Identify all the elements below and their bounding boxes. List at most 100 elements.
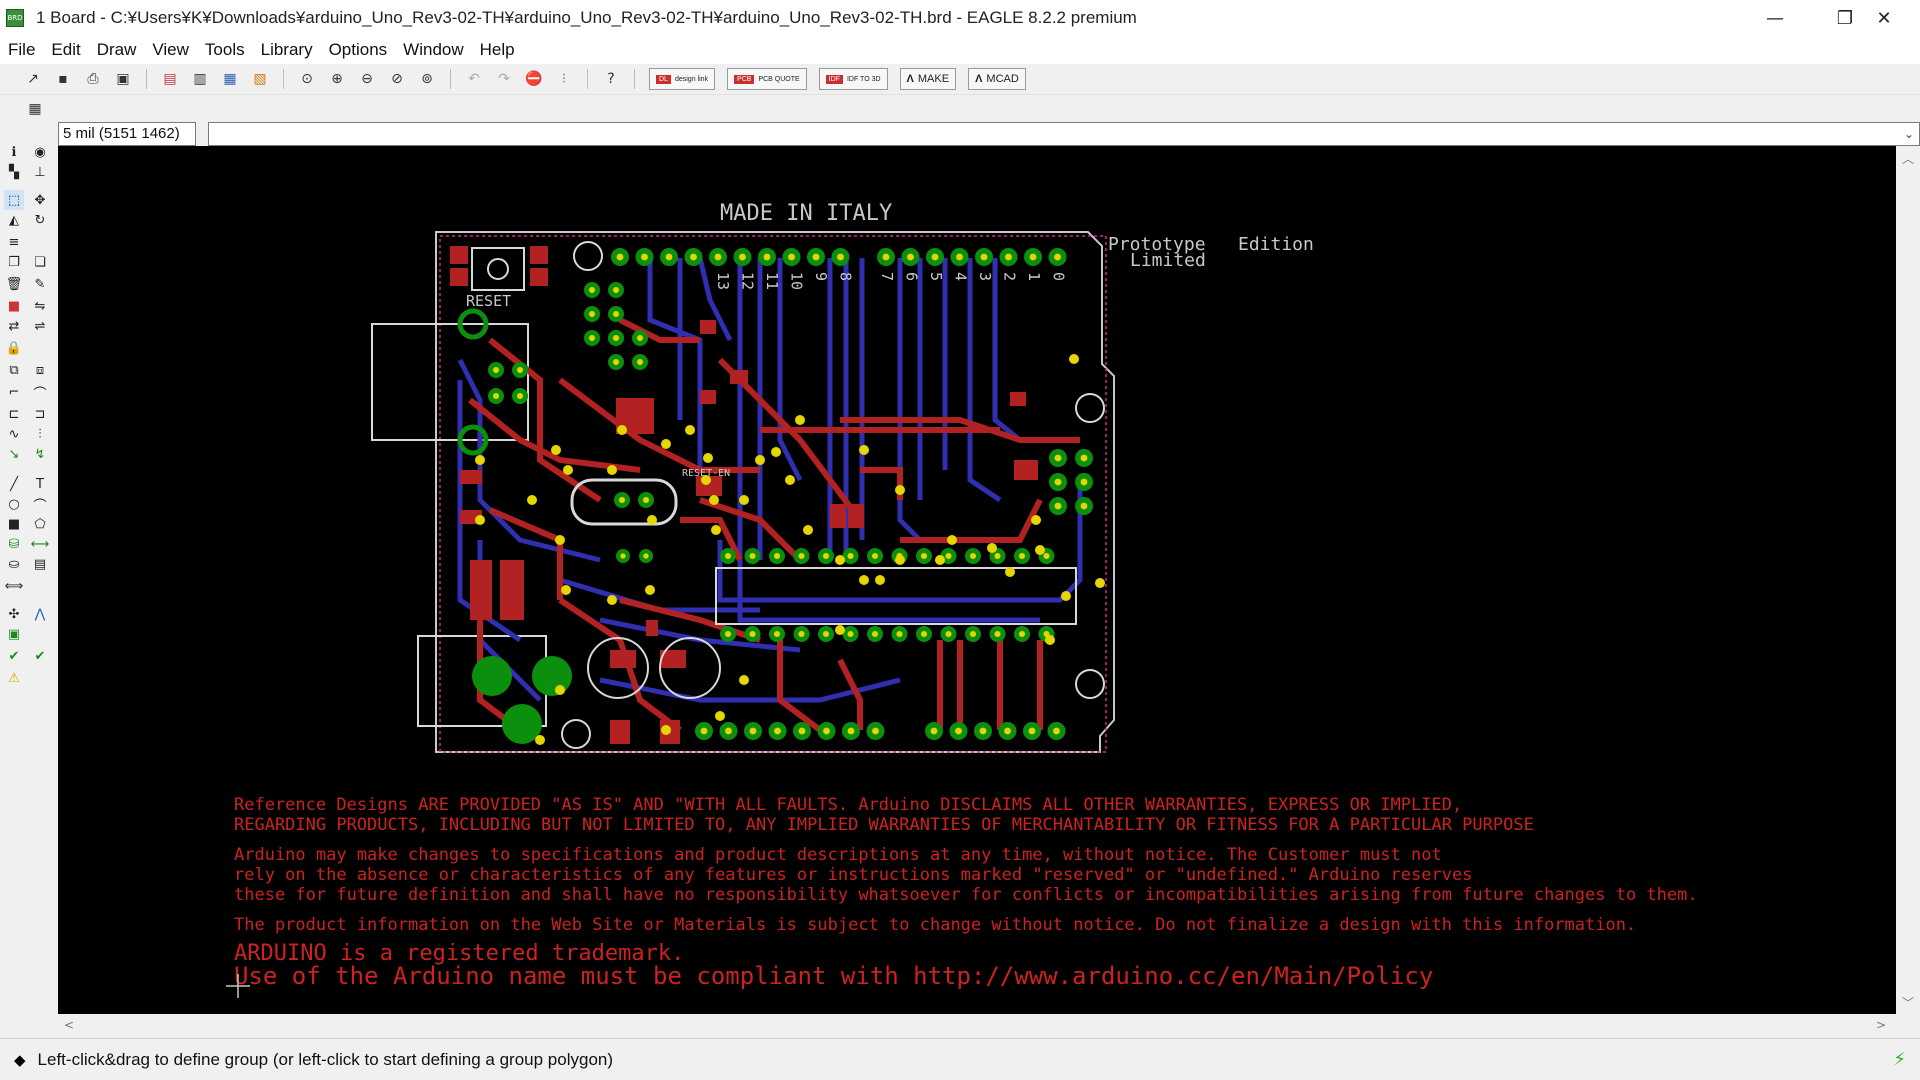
move-icon[interactable]: ✥ [30, 190, 50, 210]
rect-icon[interactable]: ■ [4, 514, 24, 534]
meander-icon[interactable]: ∿ [4, 424, 24, 444]
ratsnest-icon[interactable]: ✣ [4, 604, 24, 624]
text-icon[interactable]: T [30, 474, 50, 494]
copy-icon[interactable]: ❐ [4, 252, 24, 272]
command-input[interactable] [208, 122, 1920, 146]
open-icon[interactable]: ↗ [24, 70, 42, 88]
scroll-left-icon[interactable]: < [64, 1018, 74, 1032]
board-canvas[interactable]: MADE IN ITALY Prototype Limited Edition … [58, 146, 1896, 1014]
ripup-icon[interactable]: ⊐ [30, 404, 50, 424]
ulp-icon[interactable]: ▧ [251, 70, 269, 88]
save-icon[interactable]: ▪ [54, 70, 72, 88]
undo-icon[interactable]: ↶ [465, 70, 483, 88]
via [875, 575, 885, 585]
menu-edit[interactable]: Edit [43, 40, 88, 60]
rotate-icon[interactable]: ↻ [30, 210, 50, 230]
miter-icon[interactable]: ⌒ [30, 382, 50, 402]
layers-icon[interactable]: ▥ [191, 70, 209, 88]
show-icon[interactable]: ◉ [30, 142, 50, 162]
zoom-in-icon[interactable]: ⊕ [328, 70, 346, 88]
pcb-quote-button[interactable]: PCB PCB QUOTE [727, 68, 807, 90]
pad-drill [749, 630, 756, 638]
lock-icon[interactable]: ⇌ [30, 316, 50, 336]
vertical-scrollbar[interactable]: ︿ ﹀ [1896, 146, 1920, 1014]
script-icon[interactable]: ▦ [221, 70, 239, 88]
go-icon[interactable]: ⁝ [555, 70, 573, 88]
zoom-fit-icon[interactable]: ⊙ [298, 70, 316, 88]
via [835, 555, 845, 565]
pad-drill [920, 552, 928, 560]
add-icon[interactable]: ■ [4, 296, 24, 316]
auto-icon[interactable]: ⋀ [30, 604, 50, 624]
scroll-down-icon[interactable]: ﹀ [1902, 994, 1914, 1011]
via-icon[interactable]: ⛁ [4, 534, 24, 554]
stop-icon[interactable]: ⛔ [525, 70, 543, 88]
info-icon[interactable]: ℹ [4, 142, 24, 162]
idf-button[interactable]: IDF IDF TO 3D [818, 68, 888, 90]
smash-icon[interactable]: ⧉ [4, 360, 24, 380]
horizontal-scrollbar[interactable]: < > [58, 1014, 1920, 1038]
dimension-icon[interactable]: ⟺ [4, 576, 24, 596]
mcad-button[interactable]: Λ MCAD [968, 68, 1026, 90]
grid-icon[interactable]: ▦ [26, 100, 44, 118]
menu-draw[interactable]: Draw [89, 40, 145, 60]
mirror-icon[interactable]: ◭ [4, 210, 24, 230]
autoroute-icon[interactable]: ↯ [30, 444, 50, 464]
scroll-right-icon[interactable]: > [1876, 1018, 1886, 1032]
replace-icon[interactable]: ⇋ [30, 296, 50, 316]
pad-drill [643, 553, 649, 559]
attribute-icon[interactable]: ▤ [30, 554, 50, 574]
redo-icon[interactable]: ↷ [495, 70, 513, 88]
circle-icon[interactable]: ○ [4, 494, 24, 514]
optimize-icon[interactable]: ⊏ [4, 404, 24, 424]
menu-file[interactable]: File [0, 40, 43, 60]
menu-tools[interactable]: Tools [197, 40, 253, 60]
display-icon[interactable]: ▚ [4, 162, 24, 182]
route-multiple-icon[interactable]: ⫶ [30, 424, 50, 444]
menu-library[interactable]: Library [253, 40, 321, 60]
scroll-up-icon[interactable]: ︿ [1902, 150, 1914, 167]
signal-icon[interactable]: ⟷ [30, 534, 50, 554]
via [1069, 354, 1079, 364]
padlock-icon[interactable]: 🔒 [4, 338, 24, 358]
menu-help[interactable]: Help [472, 40, 523, 60]
schematic-icon[interactable]: ▤ [161, 70, 179, 88]
menu-options[interactable]: Options [321, 40, 396, 60]
board-icon[interactable]: ▣ [4, 624, 24, 644]
menu-view[interactable]: View [144, 40, 197, 60]
arc-icon[interactable]: ⌒ [30, 494, 50, 514]
warning-icon[interactable]: ⚠ [4, 668, 24, 688]
disclaimer-line: Use of the Arduino name must be complian… [234, 962, 1433, 990]
menu-window[interactable]: Window [395, 40, 471, 60]
close-button[interactable]: ✕ [1848, 0, 1920, 36]
hole-icon[interactable]: ⛀ [4, 554, 24, 574]
print-icon[interactable]: ⎙ [84, 70, 102, 88]
route-icon[interactable]: ↘ [4, 444, 24, 464]
minimize-button[interactable]: — [1740, 0, 1810, 36]
swap-icon[interactable]: ⇄ [4, 316, 24, 336]
align-icon[interactable]: ≡ [4, 232, 24, 252]
zoom-select-icon[interactable]: ⊘ [388, 70, 406, 88]
help-icon[interactable]: ? [602, 70, 620, 88]
zoom-out-icon[interactable]: ⊖ [358, 70, 376, 88]
make-button[interactable]: Λ MAKE [899, 68, 957, 90]
chevron-down-icon[interactable]: ⌄ [1898, 122, 1920, 146]
value-icon[interactable]: ⧈ [30, 360, 50, 380]
delete-icon[interactable]: 🗑 [4, 274, 24, 294]
mark-icon[interactable]: ⊥ [30, 162, 50, 182]
split-icon[interactable]: ⌐ [4, 382, 24, 402]
pad-drill [930, 727, 938, 735]
polygon-icon[interactable]: ⬠ [30, 514, 50, 534]
via [803, 525, 813, 535]
erc-icon[interactable]: ✔ [4, 646, 24, 666]
drc-icon[interactable]: ✔ [30, 646, 50, 666]
zoom-last-icon[interactable]: ⊚ [418, 70, 436, 88]
cam-icon[interactable]: ▣ [114, 70, 132, 88]
pad-drill [690, 253, 697, 261]
mounting-hole [1075, 669, 1105, 699]
line-icon[interactable]: ╱ [4, 474, 24, 494]
paste-icon[interactable]: ❏ [30, 252, 50, 272]
group-icon[interactable]: ⬚ [4, 190, 24, 210]
change-icon[interactable]: ✎ [30, 274, 50, 294]
design-link-button[interactable]: DL design link [649, 68, 716, 90]
